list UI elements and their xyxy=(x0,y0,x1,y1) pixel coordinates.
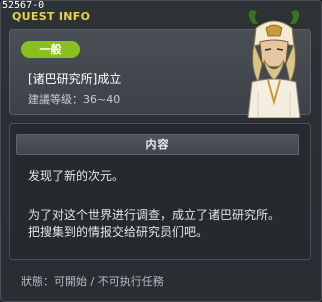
window-title: QUEST INFO xyxy=(12,10,91,23)
quest-name: [诸巴研究所]成立 xyxy=(28,72,122,86)
quest-status-text: 狀態：可開始 / 不可执行任務 xyxy=(21,275,164,288)
content-line-3: 把搜集到的情报交给研究员们吧。 xyxy=(28,225,209,239)
content-line-2: 为了对这个世界进行调查，成立了诸巴研究所。 xyxy=(28,208,281,222)
content-line-1: 发现了新的次元。 xyxy=(28,169,125,183)
quest-recommended-level: 建議等级：36~40 xyxy=(28,93,121,106)
quest-category-badge: 一般 xyxy=(21,41,80,58)
npc-portrait xyxy=(247,9,301,118)
content-section-header: 内容 xyxy=(16,134,299,155)
